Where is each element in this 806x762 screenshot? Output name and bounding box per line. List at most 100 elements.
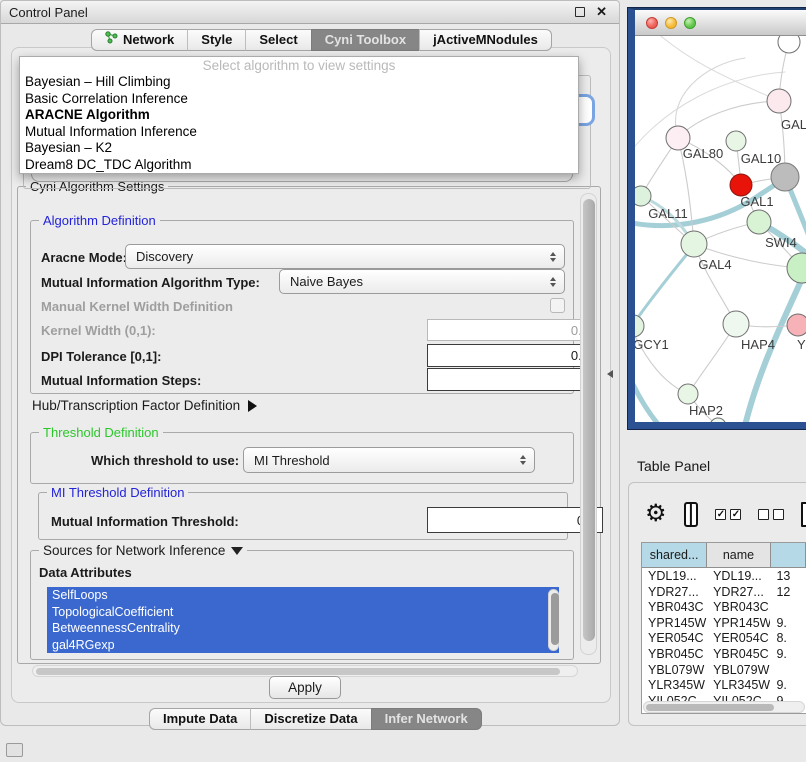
table-cell (770, 663, 806, 679)
dropdown-item-bayesian-k2[interactable]: Bayesian – K2 (20, 140, 578, 157)
attribute-item-gal4rgexp[interactable]: gal4RGexp (47, 637, 559, 654)
expand-triangle-icon[interactable] (248, 400, 257, 412)
column-header-name[interactable]: name (707, 543, 770, 567)
checked-checkboxes-icon[interactable] (715, 509, 741, 520)
gear-icon[interactable] (645, 502, 667, 526)
network-node[interactable] (635, 315, 644, 337)
network-view-window: GALGAL80GAL10GAL1GAL11SWI4GAL4GCY1HAP4YH… (628, 8, 806, 429)
restore-icon[interactable] (575, 7, 585, 17)
collapsed-panel-icon[interactable] (6, 743, 23, 757)
settings-vertical-scrollbar[interactable] (580, 193, 597, 655)
bottom-tab-infer-network[interactable]: Infer Network (371, 708, 482, 730)
table-cell: YDR27... (642, 585, 707, 601)
apply-button[interactable]: Apply (269, 676, 341, 699)
table-cell: 13 (770, 569, 806, 585)
close-traffic-light-icon[interactable] (646, 17, 658, 29)
sources-title-row[interactable]: Sources for Network Inference (39, 543, 247, 558)
close-icon[interactable] (596, 4, 607, 20)
data-attributes-list: SelfLoopsTopologicalCoefficientBetweenne… (47, 587, 559, 653)
network-node[interactable] (678, 384, 698, 404)
table-rows: YDL19...YDL19...13YDR27...YDR27...12YBR0… (642, 569, 806, 702)
dropdown-item-aracne-algorithm[interactable]: ARACNE Algorithm (20, 107, 578, 124)
dropdown-item-mutual-information-inference[interactable]: Mutual Information Inference (20, 124, 578, 141)
mi-threshold-field[interactable]: 0.5 (427, 507, 603, 533)
mi-steps-field[interactable]: 6 (427, 368, 597, 391)
network-node-label: GAL1 (740, 194, 773, 209)
split-columns-icon[interactable] (684, 502, 699, 527)
tab-select[interactable]: Select (245, 29, 310, 51)
list-vertical-scrollbar[interactable] (548, 589, 559, 651)
table-row[interactable]: YPR145WYPR145W9. (642, 616, 806, 632)
bottom-tab-discretize-data[interactable]: Discretize Data (250, 708, 370, 730)
spinner-arrows-icon (520, 455, 526, 465)
network-node[interactable] (723, 311, 749, 337)
attribute-item-selfloops[interactable]: SelfLoops (47, 587, 559, 604)
tab-label: jActiveMNodules (433, 29, 538, 51)
splitpane-collapse-arrow[interactable] (607, 370, 613, 378)
network-node[interactable] (771, 163, 799, 191)
algorithm-definition-group: Algorithm Definition Aracne Mode: Discov… (30, 220, 574, 394)
dropdown-item-basic-correlation-inference[interactable]: Basic Correlation Inference (20, 91, 578, 108)
table-cell: YER054C (707, 631, 770, 647)
network-edge[interactable] (678, 101, 779, 138)
tab-network[interactable]: Network (91, 29, 187, 51)
dropdown-placeholder: Select algorithm to view settings (20, 57, 578, 74)
network-node[interactable] (767, 89, 791, 113)
network-node[interactable] (787, 253, 806, 283)
network-edge[interactable] (655, 36, 779, 101)
control-panel-titlebar[interactable]: Control Panel (1, 1, 619, 24)
bottom-tab-bar: Impute DataDiscretize DataInfer Network (149, 708, 482, 731)
minimize-traffic-light-icon[interactable] (665, 17, 677, 29)
document-icon[interactable] (801, 502, 806, 527)
column-header-2[interactable] (771, 543, 806, 567)
dropdown-item-bayesian-hill-climbing[interactable]: Bayesian – Hill Climbing (20, 74, 578, 91)
table-cell: YDL19... (707, 569, 770, 585)
collapse-triangle-icon[interactable] (231, 547, 243, 555)
attribute-item-betweennesscentrality[interactable]: BetweennessCentrality (47, 620, 559, 637)
table-horizontal-scrollbar[interactable] (643, 701, 805, 713)
mi-threshold-definition-title: MI Threshold Definition (47, 485, 188, 500)
dpi-tolerance-field[interactable]: 0.0 (427, 344, 597, 367)
manual-kernel-checkbox[interactable] (550, 298, 565, 313)
network-edge[interactable] (635, 248, 692, 330)
table-row[interactable]: YER054CYER054C8. (642, 631, 806, 647)
network-window-titlebar[interactable] (635, 10, 806, 36)
tab-cyni-toolbox[interactable]: Cyni Toolbox (311, 29, 419, 51)
table-row[interactable]: YBL079WYBL079W (642, 663, 806, 679)
network-node[interactable] (778, 36, 800, 53)
network-node[interactable] (787, 314, 806, 336)
table-row[interactable]: YBR045CYBR045C9. (642, 647, 806, 663)
bottom-tab-impute-data[interactable]: Impute Data (149, 708, 250, 730)
aracne-mode-combo[interactable]: Discovery (125, 244, 565, 269)
table-row[interactable]: YDL19...YDL19...13 (642, 569, 806, 585)
cyni-algorithm-settings-group: Cyni Algorithm Settings Algorithm Defini… (17, 186, 601, 664)
mi-type-combo[interactable]: Naive Bayes (279, 269, 565, 294)
network-node[interactable] (730, 174, 752, 196)
zoom-traffic-light-icon[interactable] (684, 17, 696, 29)
dropdown-item-dream8-dc-tdc-algorithm[interactable]: Dream8 DC_TDC Algorithm (20, 157, 578, 174)
table-row[interactable]: YBR043CYBR043C (642, 600, 806, 616)
network-canvas[interactable]: GALGAL80GAL10GAL1GAL11SWI4GAL4GCY1HAP4YH… (635, 36, 806, 422)
column-header-shared[interactable]: shared... (642, 543, 707, 567)
network-node[interactable] (710, 418, 726, 422)
table-panel-title: Table Panel (637, 458, 710, 474)
aracne-mode-value: Discovery (136, 249, 193, 264)
tab-jactivemnodules[interactable]: jActiveMNodules (419, 29, 552, 51)
attribute-item-topologicalcoefficient[interactable]: TopologicalCoefficient (47, 604, 559, 621)
network-edge[interactable] (635, 72, 785, 156)
hub-definition-toggle[interactable]: Hub/Transcription Factor Definition (32, 398, 257, 413)
network-node[interactable] (635, 186, 651, 206)
network-edge[interactable] (635, 376, 667, 422)
kernel-width-field[interactable]: 0.0 (427, 319, 597, 341)
which-threshold-combo[interactable]: MI Threshold (243, 447, 535, 473)
network-node[interactable] (747, 210, 771, 234)
network-node[interactable] (726, 131, 746, 151)
table-cell: YLR345W (642, 678, 707, 694)
table-row[interactable]: YLR345WYLR345W9. (642, 678, 806, 694)
unchecked-checkboxes-icon[interactable] (758, 509, 784, 520)
dropdown-items: Bayesian – Hill ClimbingBasic Correlatio… (20, 74, 578, 173)
network-node[interactable] (681, 231, 707, 257)
network-edge[interactable] (676, 58, 745, 138)
table-row[interactable]: YDR27...YDR27...12 (642, 585, 806, 601)
tab-style[interactable]: Style (187, 29, 245, 51)
